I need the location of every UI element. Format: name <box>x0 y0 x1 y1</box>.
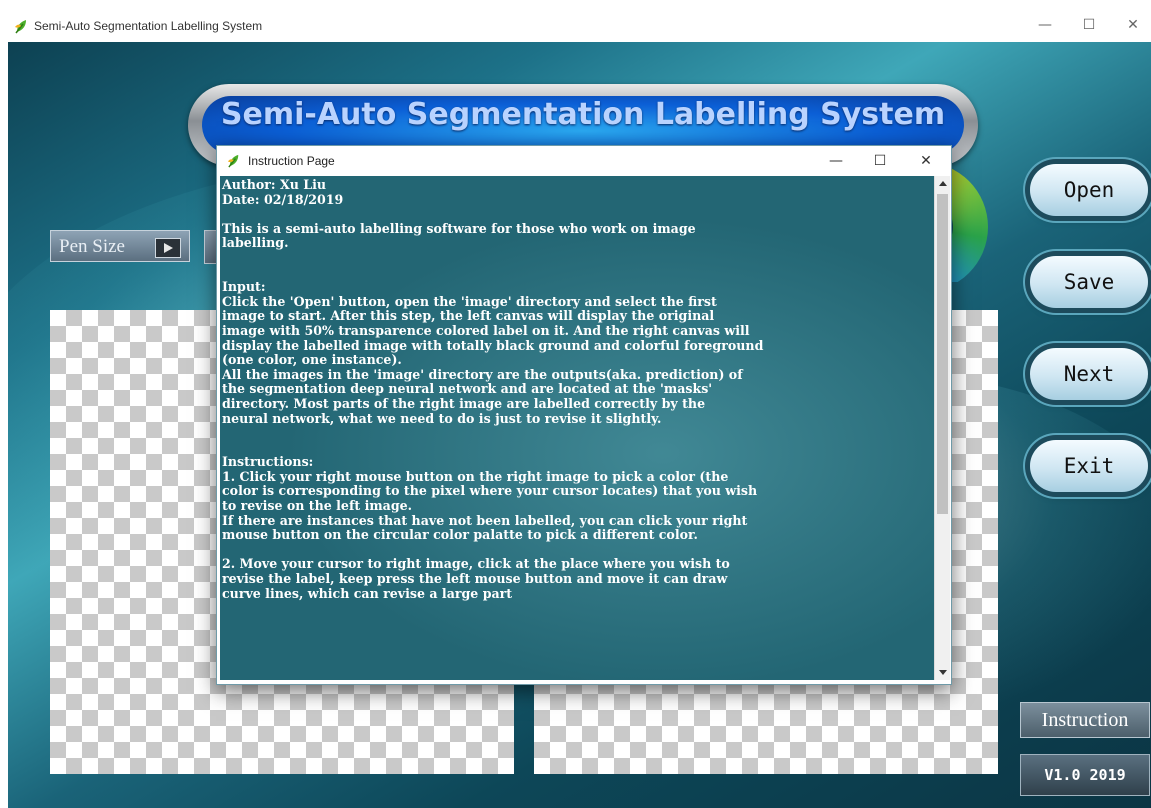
leaf-icon <box>227 154 239 168</box>
scroll-thumb[interactable] <box>937 194 948 514</box>
dialog-minimize-button[interactable]: — <box>814 148 858 174</box>
dialog-title: Instruction Page <box>248 154 335 168</box>
leaf-icon <box>15 20 26 34</box>
instruction-text-area[interactable]: Author: Xu Liu Date: 02/18/2019 This is … <box>220 176 934 680</box>
window-titlebar: Semi-Auto Segmentation Labelling System … <box>0 0 1151 42</box>
instruction-dialog: Instruction Page — ☐ ✕ Author: Xu Liu Da… <box>216 145 952 685</box>
banner-title: Semi-Auto Segmentation Labelling System <box>220 97 946 132</box>
vertical-scrollbar[interactable] <box>934 176 950 680</box>
version-button[interactable]: V1.0 2019 <box>1020 754 1150 796</box>
minimize-button[interactable]: — <box>1025 12 1065 38</box>
play-arrow-icon <box>155 238 181 258</box>
maximize-button[interactable]: ☐ <box>1069 12 1109 38</box>
pen-size-button[interactable]: Pen Size <box>50 230 190 262</box>
close-button[interactable]: ✕ <box>1113 12 1151 38</box>
dialog-close-button[interactable]: ✕ <box>904 148 948 174</box>
dialog-maximize-button[interactable]: ☐ <box>858 148 902 174</box>
instruction-text: Author: Xu Liu Date: 02/18/2019 This is … <box>222 177 764 601</box>
open-button[interactable]: Open <box>1030 164 1148 216</box>
instruction-button[interactable]: Instruction <box>1020 702 1150 738</box>
save-button[interactable]: Save <box>1030 256 1148 308</box>
next-button[interactable]: Next <box>1030 348 1148 400</box>
pen-size-label: Pen Size <box>59 236 125 257</box>
window-title: Semi-Auto Segmentation Labelling System <box>34 19 263 33</box>
dialog-titlebar: Instruction Page — ☐ ✕ <box>217 146 951 176</box>
scroll-up-icon[interactable] <box>935 176 950 191</box>
exit-button[interactable]: Exit <box>1030 440 1148 492</box>
scroll-down-icon[interactable] <box>935 665 950 680</box>
